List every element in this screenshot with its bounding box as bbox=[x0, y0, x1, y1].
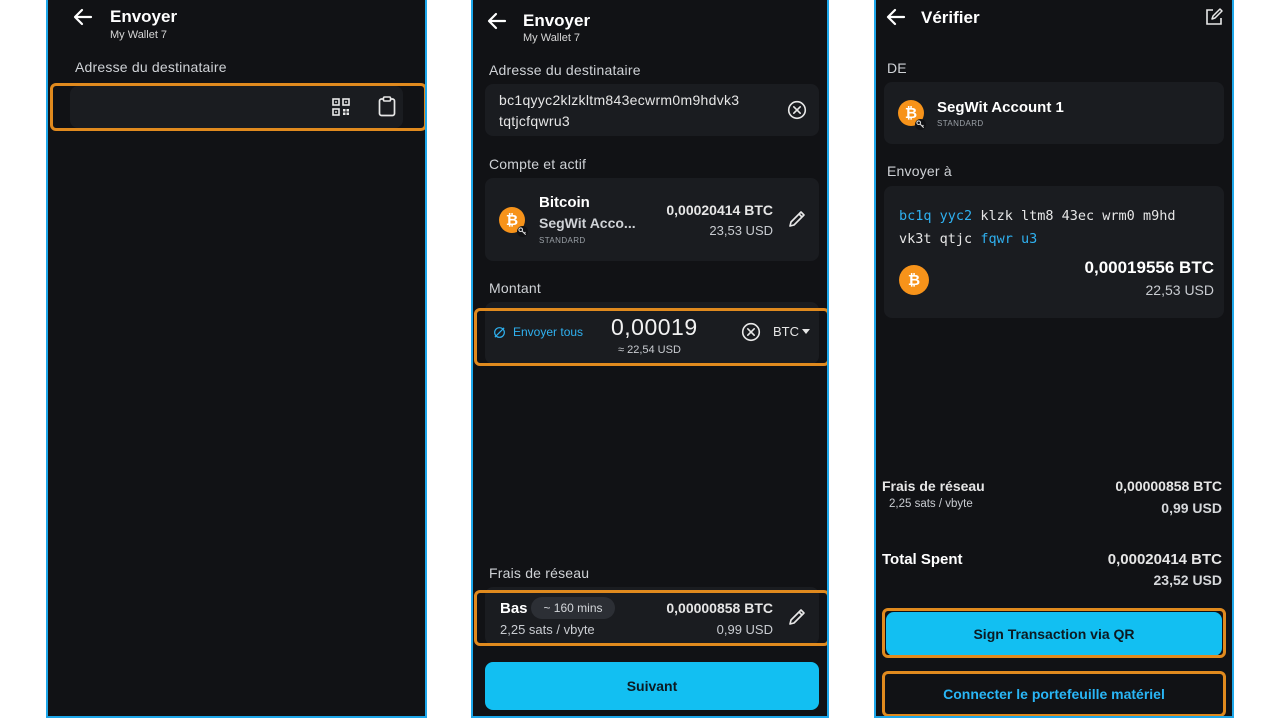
edit-fee-icon[interactable] bbox=[787, 607, 807, 627]
network-fee-rate: 2,25 sats / vbyte bbox=[889, 498, 973, 510]
fee-usd: 0,99 USD bbox=[716, 622, 773, 637]
send-to-label: Envoyer à bbox=[887, 163, 952, 179]
recipient-address: bc1q yyc2 klzk ltm8 43ec wrm0 m9hd vk3t … bbox=[899, 205, 1175, 251]
next-button[interactable]: Suivant bbox=[485, 662, 819, 710]
account-type: STANDARD bbox=[539, 236, 586, 245]
balance-usd: 23,53 USD bbox=[709, 223, 773, 238]
key-icon bbox=[517, 226, 528, 237]
clipboard-icon[interactable] bbox=[378, 96, 396, 117]
verify-screen: Vérifier DE ₿ SegWit Account 1 STANDARD … bbox=[874, 0, 1234, 718]
send-amount-usd: 22,53 USD bbox=[1145, 282, 1214, 298]
send-all-label: Envoyer tous bbox=[513, 325, 584, 339]
clear-amount-icon[interactable] bbox=[741, 322, 761, 342]
total-spent-btc: 0,00020414 BTC bbox=[1107, 551, 1222, 568]
address-line-1: bc1qyyc2klzkltm843ecwrm0m9hdvk3 bbox=[499, 92, 740, 108]
network-fee-label: Frais de réseau bbox=[882, 478, 985, 494]
page-title: Envoyer bbox=[110, 7, 178, 26]
page-title: Envoyer bbox=[523, 11, 591, 30]
balance-btc: 0,00020414 BTC bbox=[666, 202, 773, 218]
address-line-2: tqtjcfqwru3 bbox=[499, 113, 570, 129]
from-label: DE bbox=[887, 60, 907, 76]
network-fee-btc: 0,00000858 BTC bbox=[1115, 478, 1222, 494]
amount-input[interactable]: Envoyer tous 0,00019 ≈ 22,54 USD BTC bbox=[485, 302, 819, 364]
from-account-card: ₿ SegWit Account 1 STANDARD bbox=[884, 82, 1224, 144]
sign-transaction-qr-button[interactable]: Sign Transaction via QR bbox=[886, 612, 1222, 656]
currency-label: BTC bbox=[773, 324, 799, 339]
address-group: m9hd bbox=[1142, 208, 1176, 224]
fee-time-badge: ~ 160 mins bbox=[531, 597, 615, 619]
amount-value: 0,00019 bbox=[611, 314, 698, 340]
address-group: qtjc bbox=[939, 231, 973, 247]
account-name: SegWit Account 1 bbox=[937, 99, 1064, 116]
account-selector[interactable]: ₿ Bitcoin SegWit Acco... STANDARD 0,0002… bbox=[485, 178, 819, 261]
back-arrow-icon[interactable] bbox=[886, 8, 906, 26]
address-line-1: bc1q yyc2 klzk ltm8 43ec wrm0 m9hd bbox=[899, 205, 1175, 228]
network-fee-usd: 0,99 USD bbox=[1161, 500, 1222, 516]
account-name: SegWit Acco... bbox=[539, 215, 636, 231]
fee-selector[interactable]: Bas ~ 160 mins 2,25 sats / vbyte 0,00000… bbox=[485, 587, 819, 645]
address-line-2: vk3t qtjc fqwr u3 bbox=[899, 228, 1175, 251]
address-group: yyc2 bbox=[939, 208, 973, 224]
edit-pencil-icon[interactable] bbox=[787, 209, 807, 229]
address-group: bc1q bbox=[899, 208, 932, 224]
address-group: u3 bbox=[1020, 231, 1038, 247]
address-group: klzk bbox=[980, 208, 1013, 224]
qr-scan-icon[interactable] bbox=[332, 98, 350, 116]
address-group: ltm8 bbox=[1020, 208, 1054, 224]
send-screen-filled: Envoyer My Wallet 7 Adresse du destinata… bbox=[471, 0, 829, 718]
total-spent-label: Total Spent bbox=[882, 551, 963, 568]
key-icon bbox=[915, 119, 926, 130]
back-arrow-icon[interactable] bbox=[487, 12, 507, 30]
edit-icon[interactable] bbox=[1204, 7, 1224, 27]
send-all-icon bbox=[494, 326, 505, 338]
asset-name: Bitcoin bbox=[539, 194, 590, 211]
fee-btc: 0,00000858 BTC bbox=[666, 600, 773, 616]
recipient-label: Adresse du destinataire bbox=[489, 62, 641, 78]
address-group: 43ec bbox=[1061, 208, 1095, 224]
chevron-down-icon bbox=[802, 328, 810, 334]
send-screen-empty: Envoyer My Wallet 7 Adresse du destinata… bbox=[46, 0, 427, 718]
account-type: STANDARD bbox=[937, 119, 984, 128]
total-spent-usd: 23,52 USD bbox=[1153, 572, 1222, 588]
recipient-input[interactable] bbox=[70, 86, 403, 128]
address-group: wrm0 bbox=[1102, 208, 1135, 224]
connect-hardware-wallet-button[interactable]: Connecter le portefeuille matériel bbox=[886, 674, 1222, 714]
account-asset-label: Compte et actif bbox=[489, 156, 587, 172]
page-title: Vérifier bbox=[921, 8, 980, 27]
amount-label: Montant bbox=[489, 280, 541, 296]
recipient-label: Adresse du destinataire bbox=[75, 59, 227, 75]
send-all-button[interactable]: Envoyer tous bbox=[493, 325, 583, 339]
currency-selector[interactable]: BTC bbox=[773, 324, 810, 339]
fee-label: Frais de réseau bbox=[489, 565, 590, 581]
wallet-name: My Wallet 7 bbox=[523, 32, 581, 44]
back-arrow-icon[interactable] bbox=[73, 8, 93, 26]
send-amount-btc: 0,00019556 BTC bbox=[1084, 258, 1214, 277]
amount-fiat: ≈ 22,54 USD bbox=[618, 344, 681, 356]
send-to-card: bc1q yyc2 klzk ltm8 43ec wrm0 m9hd vk3t … bbox=[884, 186, 1224, 318]
address-group: vk3t bbox=[899, 231, 932, 247]
fee-speed: Bas bbox=[500, 600, 528, 617]
wallet-name: My Wallet 7 bbox=[110, 29, 168, 41]
clear-address-icon[interactable] bbox=[787, 100, 807, 120]
address-group: fqwr bbox=[980, 231, 1013, 247]
fee-rate: 2,25 sats / vbyte bbox=[500, 622, 595, 637]
bitcoin-icon: ₿ bbox=[899, 265, 929, 295]
recipient-input[interactable]: bc1qyyc2klzkltm843ecwrm0m9hdvk3 tqtjcfqw… bbox=[485, 84, 819, 136]
